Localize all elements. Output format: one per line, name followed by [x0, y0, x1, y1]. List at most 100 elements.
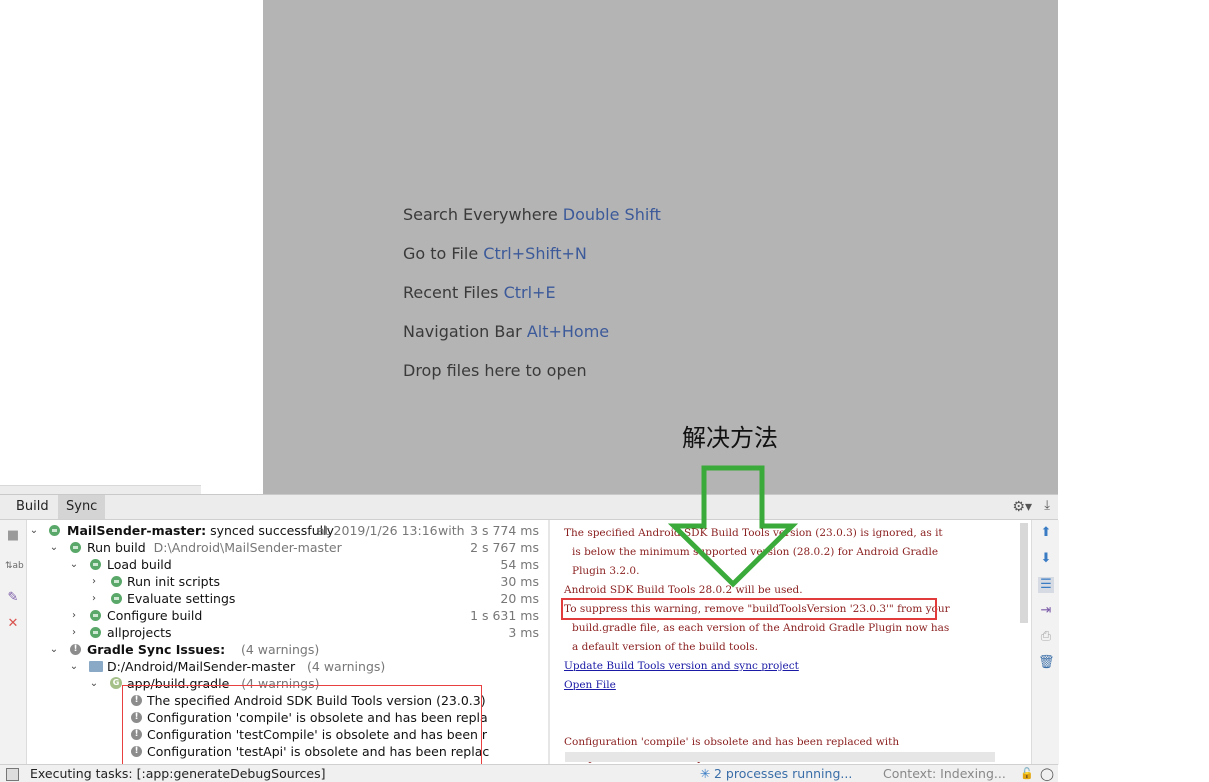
tree-label: Configure build: [107, 608, 203, 623]
duration: 30 ms: [500, 574, 539, 589]
suppress-highlight-box: [561, 598, 937, 620]
tab-build[interactable]: Build: [8, 495, 57, 519]
hint-recent-files: Recent Files Ctrl+E: [403, 283, 556, 302]
hint-drop-files: Drop files here to open: [403, 361, 587, 380]
editor-empty-area: Search Everywhere Double Shift Go to Fil…: [263, 0, 1058, 494]
step-name: Run build: [87, 540, 146, 555]
hint-go-to-file: Go to File Ctrl+Shift+N: [403, 244, 587, 263]
minimize-icon[interactable]: ⤓: [1044, 498, 1050, 513]
arrow-up-icon[interactable]: ⬆: [1038, 525, 1054, 541]
toggle-view-icon[interactable]: ⇅ab: [5, 558, 24, 574]
chevron-down-icon[interactable]: ⌄: [49, 641, 59, 658]
tree-row-load-build[interactable]: ⌄ Load build 54 ms: [27, 556, 547, 573]
sync-timestamp: at 2019/1/26 13:16: [317, 523, 438, 538]
filter-icon[interactable]: ☰: [1038, 577, 1054, 593]
chevron-down-icon[interactable]: ⌄: [49, 539, 59, 556]
tree-label: Load build: [107, 557, 172, 572]
tree-label: Gradle Sync Issues: (4 warnings): [87, 641, 319, 658]
warnings-highlight-box: [122, 685, 482, 766]
left-toolbar: ■ ⇅ab ✎ ✕: [0, 520, 27, 765]
pane-divider: [0, 485, 201, 494]
chevron-right-icon[interactable]: ›: [89, 590, 99, 607]
chevron-right-icon[interactable]: ›: [69, 607, 79, 624]
update-build-tools-link[interactable]: Update Build Tools version and sync proj…: [564, 660, 799, 672]
down-arrow-icon: [668, 465, 798, 588]
status-bar: Executing tasks: [:app:generateDebugSour…: [0, 764, 1058, 782]
pin-icon[interactable]: ✎: [5, 590, 21, 606]
duration: 3 s 774 ms: [470, 523, 539, 538]
detail-line: Plugin 3.2.0.: [572, 565, 640, 577]
inspector-icon[interactable]: ◯: [1040, 765, 1054, 782]
hint-text: Recent Files: [403, 283, 504, 302]
detail-line: build.gradle file, as each version of th…: [572, 622, 950, 634]
print-icon[interactable]: ⎙: [1038, 629, 1054, 645]
status-task: Executing tasks: [:app:generateDebugSour…: [30, 766, 326, 781]
arrow-outline: [668, 465, 798, 588]
status-context: Context: Indexing...: [883, 766, 1006, 781]
processes-running-link[interactable]: 2 processes running...: [714, 765, 852, 782]
arrow-down-icon[interactable]: ⬇: [1038, 551, 1054, 567]
stop-icon[interactable]: ■: [5, 528, 21, 544]
tree-label: Evaluate settings: [127, 591, 236, 606]
tree-row-gradle-sync-issues[interactable]: ⌄ ! Gradle Sync Issues: (4 warnings): [27, 641, 547, 658]
tree-row-allprojects[interactable]: › allprojects 3 ms: [27, 624, 547, 641]
project-path: D:\Android\MailSender-master: [153, 540, 342, 555]
tree-label: allprojects: [107, 625, 172, 640]
detail-line: a default version of the build tools.: [572, 641, 758, 653]
hint-shortcut: Ctrl+E: [503, 283, 556, 302]
hint-search-everywhere: Search Everywhere Double Shift: [403, 205, 661, 224]
ok-icon: [90, 559, 101, 570]
duration: 2 s 767 ms: [470, 540, 539, 555]
tree-label: Run build D:\Android\MailSender-master: [87, 539, 342, 556]
tree-row-root[interactable]: ⌄ MailSender-master: synced successfully…: [27, 522, 547, 539]
tree-row-project-path[interactable]: ⌄ D:/Android/MailSender-master (4 warnin…: [27, 658, 547, 675]
export-icon[interactable]: ⇥: [1038, 603, 1054, 619]
hint-text: Go to File: [403, 244, 484, 263]
ok-icon: [111, 593, 122, 604]
chevron-down-icon[interactable]: ⌄: [89, 675, 99, 692]
tab-sync[interactable]: Sync: [58, 495, 106, 519]
ok-icon: [90, 610, 101, 621]
path-text: D:/Android/MailSender-master: [107, 659, 296, 674]
horizontal-scrollbar[interactable]: [565, 752, 995, 762]
trash-icon[interactable]: 🗑: [1038, 655, 1055, 671]
right-toolbar: ⬆ ⬇ ☰ ⇥ ⎙ 🗑: [1031, 520, 1059, 765]
annotation-label: 解决方法: [682, 424, 778, 452]
issues-title: Gradle Sync Issues:: [87, 642, 226, 657]
tree-row-run-build[interactable]: ⌄ Run build D:\Android\MailSender-master…: [27, 539, 547, 556]
chevron-right-icon[interactable]: ›: [89, 573, 99, 590]
tree-label: D:/Android/MailSender-master (4 warnings…: [107, 658, 385, 675]
chevron-down-icon[interactable]: ⌄: [29, 522, 39, 539]
duration: 20 ms: [500, 591, 539, 606]
chevron-down-icon[interactable]: ⌄: [69, 556, 79, 573]
ok-icon: [111, 576, 122, 587]
hint-shortcut: Ctrl+Shift+N: [483, 244, 587, 263]
tree-row-run-init-scripts[interactable]: › Run init scripts 30 ms: [27, 573, 547, 590]
splitter[interactable]: [548, 520, 550, 765]
duration: 54 ms: [500, 557, 539, 572]
tree-label: MailSender-master: synced successfully: [67, 522, 334, 539]
tool-windows-icon[interactable]: [6, 768, 19, 781]
tree-row-configure-build[interactable]: › Configure build 1 s 631 ms: [27, 607, 547, 624]
tree-row-evaluate-settings[interactable]: › Evaluate settings 20 ms: [27, 590, 547, 607]
sync-status: synced successfully: [206, 523, 334, 538]
gradle-file-icon: G: [110, 677, 122, 689]
chevron-down-icon[interactable]: ⌄: [69, 658, 79, 675]
duration: 3 ms: [508, 625, 539, 640]
open-file-link[interactable]: Open File: [564, 679, 616, 691]
ok-icon: [49, 525, 60, 536]
project-pane: [0, 0, 263, 494]
detail-line: Configuration 'compile' is obsolete and …: [564, 736, 900, 748]
lock-icon[interactable]: 🔓: [1020, 765, 1034, 782]
chevron-right-icon[interactable]: ›: [69, 624, 79, 641]
duration: 1 s 631 ms: [470, 608, 539, 623]
details-scrollbar[interactable]: [1020, 523, 1028, 623]
close-icon[interactable]: ✕: [5, 616, 21, 632]
hint-shortcut: Double Shift: [562, 205, 661, 224]
ok-icon: [90, 627, 101, 638]
hint-navigation-bar: Navigation Bar Alt+Home: [403, 322, 609, 341]
hint-shortcut: Alt+Home: [526, 322, 610, 341]
gear-icon[interactable]: ⚙▾: [1012, 499, 1032, 515]
spinner-icon: ✳: [700, 766, 711, 781]
folder-icon: [89, 661, 103, 672]
